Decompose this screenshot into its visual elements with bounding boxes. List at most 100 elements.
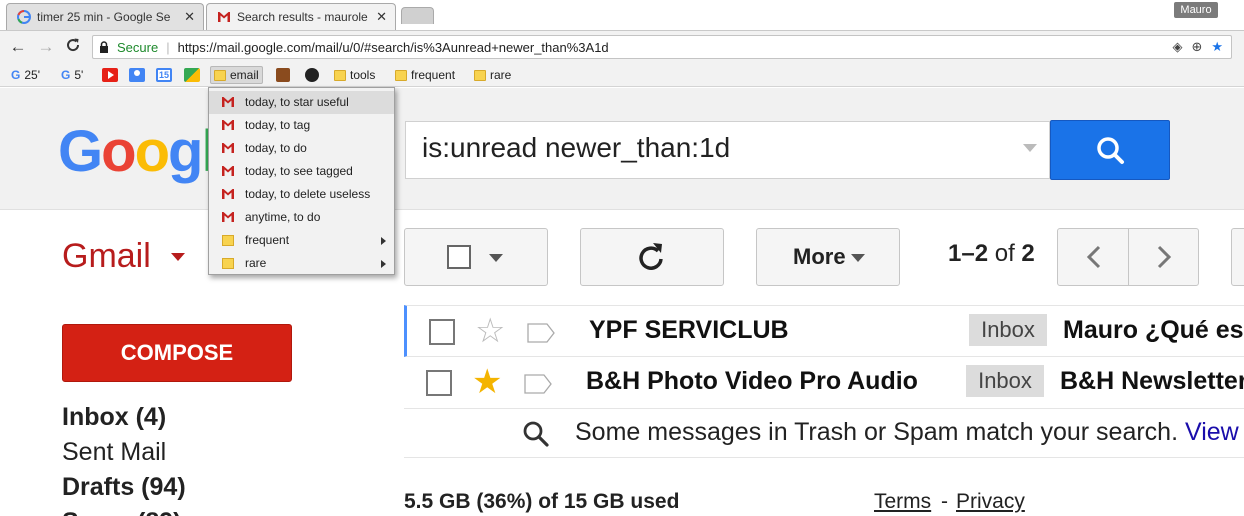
menu-item-label: frequent <box>245 233 290 247</box>
close-icon[interactable]: ✕ <box>376 9 387 25</box>
folder-icon <box>222 235 234 246</box>
tab-gmail[interactable]: Search results - maurole ✕ <box>206 3 396 30</box>
bookmark-youtube[interactable] <box>99 66 121 84</box>
gmail-icon <box>222 189 234 199</box>
nav-drafts[interactable]: Drafts (94) <box>62 473 186 502</box>
menu-item-today-do[interactable]: today, to do <box>209 137 394 160</box>
newer-button[interactable] <box>1057 228 1129 286</box>
select-checkbox[interactable] <box>447 245 471 269</box>
bookmark-folder-tools[interactable]: tools <box>331 66 378 84</box>
compose-button[interactable]: COMPOSE <box>62 324 292 382</box>
star-outline-icon[interactable]: ☆ <box>475 314 505 348</box>
gmail-menu-caret-icon[interactable] <box>171 253 185 261</box>
settings-button[interactable] <box>1231 228 1244 286</box>
folder-icon <box>395 69 407 81</box>
search-options-caret-icon[interactable] <box>1023 144 1037 152</box>
menu-item-today-tag[interactable]: today, to tag <box>209 114 394 137</box>
new-tab-button[interactable] <box>401 7 434 24</box>
inbox-label-badge[interactable]: Inbox <box>969 314 1047 346</box>
folder-icon <box>222 258 234 269</box>
page-total: 2 <box>1021 240 1035 267</box>
message-subject: Mauro ¿Qué es <box>1063 316 1244 344</box>
menu-item-folder-rare[interactable]: rare <box>209 252 394 275</box>
gmail-icon <box>222 166 234 176</box>
reload-icon[interactable] <box>63 37 83 57</box>
message-checkbox[interactable] <box>426 370 452 396</box>
submenu-arrow-icon <box>381 237 386 245</box>
bookmark-label: tools <box>350 68 376 82</box>
message-checkbox[interactable] <box>429 319 455 345</box>
youtube-icon <box>102 68 118 82</box>
refresh-icon <box>639 243 663 270</box>
page-range: 1–2 <box>948 240 989 267</box>
bookmarks-bar: G 25' G 5' 15 email tools frequent rare <box>0 63 1244 87</box>
nav-inbox[interactable]: Inbox (4) <box>62 403 166 432</box>
bookmark-timer-25[interactable]: G 25' <box>8 66 43 84</box>
importance-tag-icon[interactable] <box>524 374 552 394</box>
message-sender: B&H Photo Video Pro Audio <box>586 367 918 395</box>
menu-item-label: anytime, to do <box>245 210 321 224</box>
bookmark-star-icon[interactable]: ★ <box>1211 39 1223 55</box>
message-subject: B&H Newsletter <box>1060 367 1244 395</box>
menu-item-today-see-tagged[interactable]: today, to see tagged <box>209 160 394 183</box>
gmail-icon <box>222 143 234 153</box>
profile-badge[interactable]: Mauro <box>1174 2 1218 18</box>
menu-item-label: today, to star useful <box>245 95 349 109</box>
search-query[interactable]: is:unread newer_than:1d <box>422 132 730 164</box>
url-text[interactable]: https://mail.google.com/mail/u/0/#search… <box>178 40 609 55</box>
back-arrow-icon[interactable]: ← <box>8 37 28 57</box>
submenu-arrow-icon <box>381 260 386 268</box>
gmail-header: Google is:unread newer_than:1d <box>0 88 1244 210</box>
forward-arrow-icon[interactable]: → <box>36 37 56 57</box>
pagination-info: 1–2 of 2 <box>948 240 1035 268</box>
search-input[interactable]: is:unread newer_than:1d <box>405 121 1050 179</box>
bookmark-bag[interactable] <box>273 66 293 84</box>
close-icon[interactable]: ✕ <box>184 9 195 25</box>
bookmark-folder-rare[interactable]: rare <box>471 66 514 84</box>
terms-link[interactable]: Terms <box>874 490 931 514</box>
browser-toolbar: ← → Secure | https://mail.google.com/mai… <box>0 30 1244 63</box>
tab-title: timer 25 min - Google Se <box>37 10 171 24</box>
privacy-link[interactable]: Privacy <box>956 490 1025 514</box>
trash-spam-notice: Some messages in Trash or Spam match you… <box>404 408 1244 458</box>
more-button[interactable]: More <box>756 228 900 286</box>
bookmark-folder-email[interactable]: email <box>210 66 263 84</box>
menu-item-today-delete-useless[interactable]: today, to delete useless <box>209 183 394 206</box>
inbox-label-badge[interactable]: Inbox <box>966 365 1044 397</box>
message-row[interactable]: ☆ YPF SERVICLUB Inbox Mauro ¿Qué es <box>404 305 1244 357</box>
bookmark-folder-frequent[interactable]: frequent <box>392 66 458 84</box>
search-icon <box>523 421 549 447</box>
tab-timer[interactable]: timer 25 min - Google Se ✕ <box>6 3 204 30</box>
extension-icon[interactable]: ◈ <box>1172 39 1182 55</box>
google-icon: G <box>11 68 21 82</box>
google-icon <box>17 10 31 24</box>
menu-item-anytime-do[interactable]: anytime, to do <box>209 206 394 229</box>
gmail-app-label[interactable]: Gmail <box>62 237 151 276</box>
zoom-icon[interactable]: ⊕ <box>1191 39 1202 55</box>
older-button[interactable] <box>1128 228 1199 286</box>
bookmark-calendar[interactable]: 15 <box>153 66 175 84</box>
address-bar[interactable]: Secure | https://mail.google.com/mail/u/… <box>92 35 1232 59</box>
view-link[interactable]: View <box>1185 418 1239 446</box>
bookmark-github[interactable] <box>302 66 322 84</box>
importance-tag-icon[interactable] <box>527 323 555 343</box>
search-button[interactable] <box>1050 120 1170 180</box>
chevron-left-icon <box>1086 245 1101 269</box>
message-row[interactable]: ★ B&H Photo Video Pro Audio Inbox B&H Ne… <box>404 357 1244 409</box>
page-of: of <box>994 240 1015 267</box>
bag-icon <box>276 68 290 82</box>
menu-item-today-star-useful[interactable]: today, to star useful <box>209 91 394 114</box>
menu-item-folder-frequent[interactable]: frequent <box>209 229 394 252</box>
refresh-button[interactable] <box>580 228 724 286</box>
nav-sent-mail[interactable]: Sent Mail <box>62 438 166 467</box>
maps-icon <box>184 68 200 82</box>
bookmark-maps[interactable] <box>181 66 203 84</box>
nav-spam[interactable]: Spam (89) <box>62 508 181 516</box>
folder-icon <box>214 69 226 81</box>
star-filled-icon[interactable]: ★ <box>472 365 502 399</box>
bookmark-contacts[interactable] <box>126 66 148 84</box>
gmail-icon <box>222 97 234 107</box>
bookmark-timer-5[interactable]: G 5' <box>58 66 86 84</box>
gmail-icon <box>222 212 234 222</box>
select-all-button[interactable] <box>404 228 548 286</box>
